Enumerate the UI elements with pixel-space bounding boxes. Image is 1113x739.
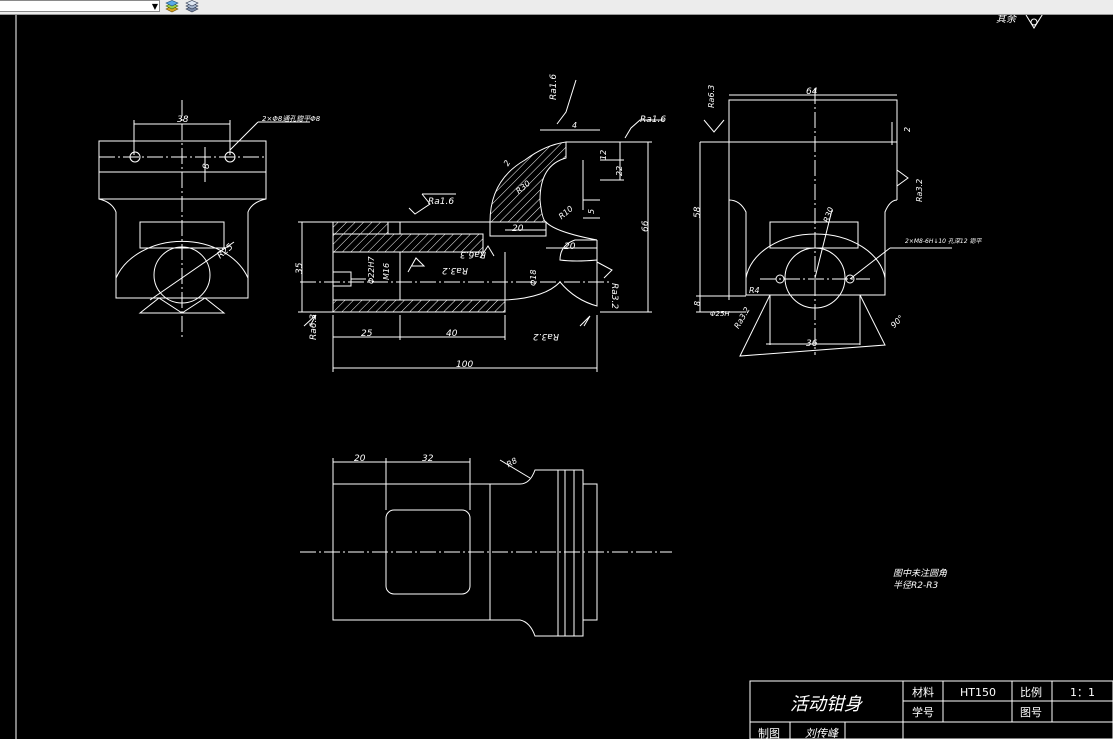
drawing-canvas[interactable]: 其余 38 8 2×Φ8通孔锪平Φ8 R25 Ra1.6 Ra1.6 Ra1.6… <box>0 15 1113 739</box>
dim-58: 58 <box>693 206 703 218</box>
dim-height-35: 35 <box>295 262 305 274</box>
dim-4: 4 <box>572 121 577 130</box>
dim-m16: M16 <box>382 263 391 280</box>
dim-40: 40 <box>446 329 458 339</box>
dim-100: 100 <box>456 360 473 370</box>
dim-25: 25 <box>361 329 373 339</box>
scale-value: 1：1 <box>1070 686 1095 699</box>
drawing-no-label: 图号 <box>1020 706 1042 719</box>
roughness-ra63-h: Ra6.3 <box>309 314 319 340</box>
chevron-down-icon[interactable]: ▼ <box>150 1 160 13</box>
dim-66: 66 <box>641 220 651 232</box>
dim-8-right: 8 <box>693 301 702 306</box>
drafter-label: 制图 <box>758 727 780 739</box>
student-id-label: 学号 <box>912 705 934 719</box>
part-name: 活动钳身 <box>790 694 863 715</box>
toolbar: ▼ <box>0 0 1113 15</box>
roughness-ra32-d: Ra3.2 <box>442 265 468 275</box>
dim-r30-right: R30 <box>822 206 836 224</box>
dim-phi18: Φ18 <box>529 270 538 286</box>
dim-2-right: 2 <box>903 127 912 132</box>
roughness-ra16-b: Ra1.6 <box>640 115 666 125</box>
roughness-ra32-f: Ra3.2 <box>609 283 619 309</box>
dim-38: 38 <box>177 115 189 125</box>
dim-slot: Φ25H <box>710 310 730 318</box>
material-label: 材料 <box>912 685 934 699</box>
dim-r-top: R8 <box>505 456 519 469</box>
view-left <box>98 100 310 340</box>
dim-r4: R4 <box>749 286 760 295</box>
surface-finish-other-label: 其余 <box>996 15 1018 25</box>
dim-20a: 20 <box>512 224 524 234</box>
layer-dropdown[interactable]: ▼ <box>0 0 160 12</box>
dim-5: 5 <box>587 209 596 214</box>
material-value: HT150 <box>960 686 996 699</box>
drafter-name: 刘传峰 <box>805 727 839 739</box>
dim-20-top: 20 <box>354 454 366 464</box>
view-section <box>298 79 664 372</box>
dim-22: 22 <box>615 166 624 176</box>
layer-properties-icon[interactable] <box>184 0 200 13</box>
note-line-2: 半径R2-R3 <box>893 580 938 591</box>
thread-note: 2×M8-6H↓10 孔深12 锪平 <box>905 237 982 245</box>
dim-32-top: 32 <box>422 454 434 464</box>
dim-12: 12 <box>599 150 608 160</box>
roughness-ra16-c: Ra1.6 <box>549 74 559 100</box>
hole-note: 2×Φ8通孔锪平Φ8 <box>262 115 321 123</box>
dim-8: 8 <box>202 163 212 169</box>
dim-64: 64 <box>806 87 818 97</box>
scale-label: 比例 <box>1020 685 1042 699</box>
dim-r10: R10 <box>557 204 575 221</box>
dim-hole: Φ22H7 <box>367 256 376 284</box>
surface-finish-symbol <box>1025 15 1043 29</box>
roughness-right-b: Ra3.2 <box>915 179 924 202</box>
roughness-ra32-g: Ra6.3 <box>460 249 486 259</box>
view-top <box>300 458 672 637</box>
note-line-1: 图中未注圆角 <box>893 568 948 579</box>
roughness-ra32-e: Ra3.2 <box>533 331 559 341</box>
angle-90: 90° <box>889 314 905 330</box>
dim-20b: 20 <box>564 242 576 252</box>
roughness-right: Ra6.3 <box>707 85 716 108</box>
dim-36: 36 <box>806 339 818 349</box>
roughness-right-c: Ra3.2 <box>732 306 751 331</box>
layer-states-icon[interactable] <box>164 0 180 13</box>
roughness-ra16-a: Ra1.6 <box>428 197 454 207</box>
dim-2: 2 <box>502 159 512 168</box>
